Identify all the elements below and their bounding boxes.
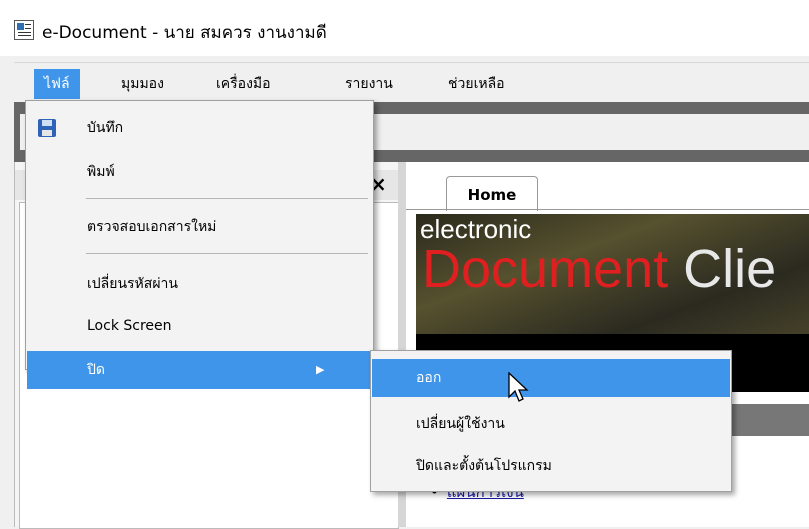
save-icon — [38, 119, 56, 137]
window-title: e-Document - นาย สมควร งานงามดี — [42, 23, 327, 43]
banner-document-red: Document — [422, 239, 669, 299]
menu-reports[interactable]: รายงาน — [335, 69, 403, 99]
submenu-item-label: ปิดและตั้งต้นโปรแกรม — [416, 458, 552, 474]
submenu-item-switch-user[interactable]: เปลี่ยนผู้ใช้งาน — [372, 405, 730, 443]
menu-item-label: เปลี่ยนรหัสผ่าน — [87, 276, 178, 292]
menu-item-change-password[interactable]: เปลี่ยนรหัสผ่าน — [27, 265, 372, 303]
app-document-icon[interactable] — [14, 20, 34, 40]
menu-separator — [86, 198, 368, 199]
menu-item-label: ปิด — [87, 362, 105, 378]
banner-document-text: Document Clie — [422, 238, 776, 300]
submenu-arrow-icon: ▶ — [316, 363, 325, 376]
file-menu-dropdown: บันทึก พิมพ์ ตรวจสอบเอกสารใหม่ เปลี่ยนรห… — [25, 100, 374, 389]
menu-item-label: ตรวจสอบเอกสารใหม่ — [87, 219, 217, 235]
menu-bar: ไฟล์ มุมมอง เครื่องมือ รายงาน ช่วยเหลือ — [14, 62, 809, 103]
submenu-item-exit[interactable]: ออก — [372, 359, 730, 397]
menu-item-close[interactable]: ปิด ▶ — [27, 351, 372, 389]
menu-tools[interactable]: เครื่องมือ — [206, 69, 281, 99]
close-submenu: ออก เปลี่ยนผู้ใช้งาน ปิดและตั้งต้นโปรแกร… — [370, 350, 732, 492]
menu-help[interactable]: ช่วยเหลือ — [438, 69, 515, 99]
mouse-cursor-icon — [508, 372, 529, 402]
menu-item-print[interactable]: พิมพ์ — [27, 153, 372, 191]
tab-home[interactable]: Home — [446, 176, 538, 211]
menu-item-label: พิมพ์ — [87, 164, 115, 180]
menu-item-check-new-documents[interactable]: ตรวจสอบเอกสารใหม่ — [27, 208, 372, 246]
menu-item-lock-screen[interactable]: Lock Screen — [27, 307, 372, 345]
title-bar: e-Document - นาย สมควร งานงามดี — [0, 0, 809, 56]
menu-item-label: บันทึก — [87, 120, 124, 136]
menu-file[interactable]: ไฟล์ — [34, 69, 80, 99]
menu-item-save[interactable]: บันทึก — [27, 109, 372, 147]
submenu-item-close-and-reset[interactable]: ปิดและตั้งต้นโปรแกรม — [372, 447, 730, 485]
menu-separator — [86, 253, 368, 254]
submenu-item-label: ออก — [416, 370, 442, 386]
menu-view[interactable]: มุมมอง — [111, 69, 174, 99]
submenu-item-label: เปลี่ยนผู้ใช้งาน — [416, 416, 505, 432]
tab-divider — [406, 209, 809, 210]
banner-document-white: Clie — [668, 239, 777, 299]
menu-item-label: Lock Screen — [87, 318, 172, 334]
